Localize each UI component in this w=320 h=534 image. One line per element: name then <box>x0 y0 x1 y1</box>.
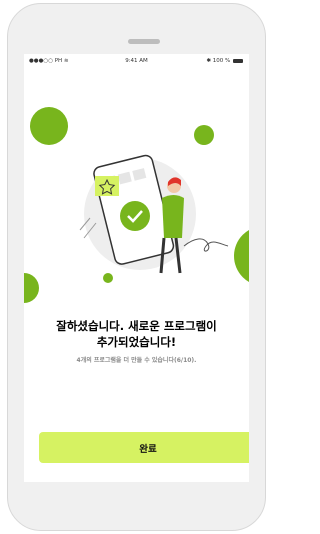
star-icon <box>95 176 119 196</box>
squiggle-icon <box>183 238 229 252</box>
decor-dot-left <box>24 273 39 303</box>
decor-dot-right <box>234 230 249 282</box>
battery-status: ✱ 100 % <box>206 58 243 64</box>
decor-dot-tiny <box>103 273 113 283</box>
success-title: 잘하셨습니다. 새로운 프로그램이 추가되었습니다! <box>56 319 217 349</box>
phone-speaker <box>128 39 160 44</box>
decor-dot-small <box>194 125 214 145</box>
battery-icon <box>233 58 243 63</box>
remaining-programs-text: 4개의 프로그램을 더 만들 수 있습니다(6/10). <box>76 357 197 364</box>
bluetooth-icon: ✱ <box>206 58 212 64</box>
decor-dot-large <box>30 107 68 145</box>
checkmark-icon <box>120 201 150 231</box>
app-screen: ●●●○○ PH ≋ 9:41 AM ✱ 100 % 잘하셨습니다. 새로운 프… <box>24 54 249 482</box>
status-bar: ●●●○○ PH ≋ 9:41 AM ✱ 100 % <box>24 54 249 68</box>
success-illustration <box>24 107 249 303</box>
done-button[interactable]: 완료 <box>39 432 249 463</box>
